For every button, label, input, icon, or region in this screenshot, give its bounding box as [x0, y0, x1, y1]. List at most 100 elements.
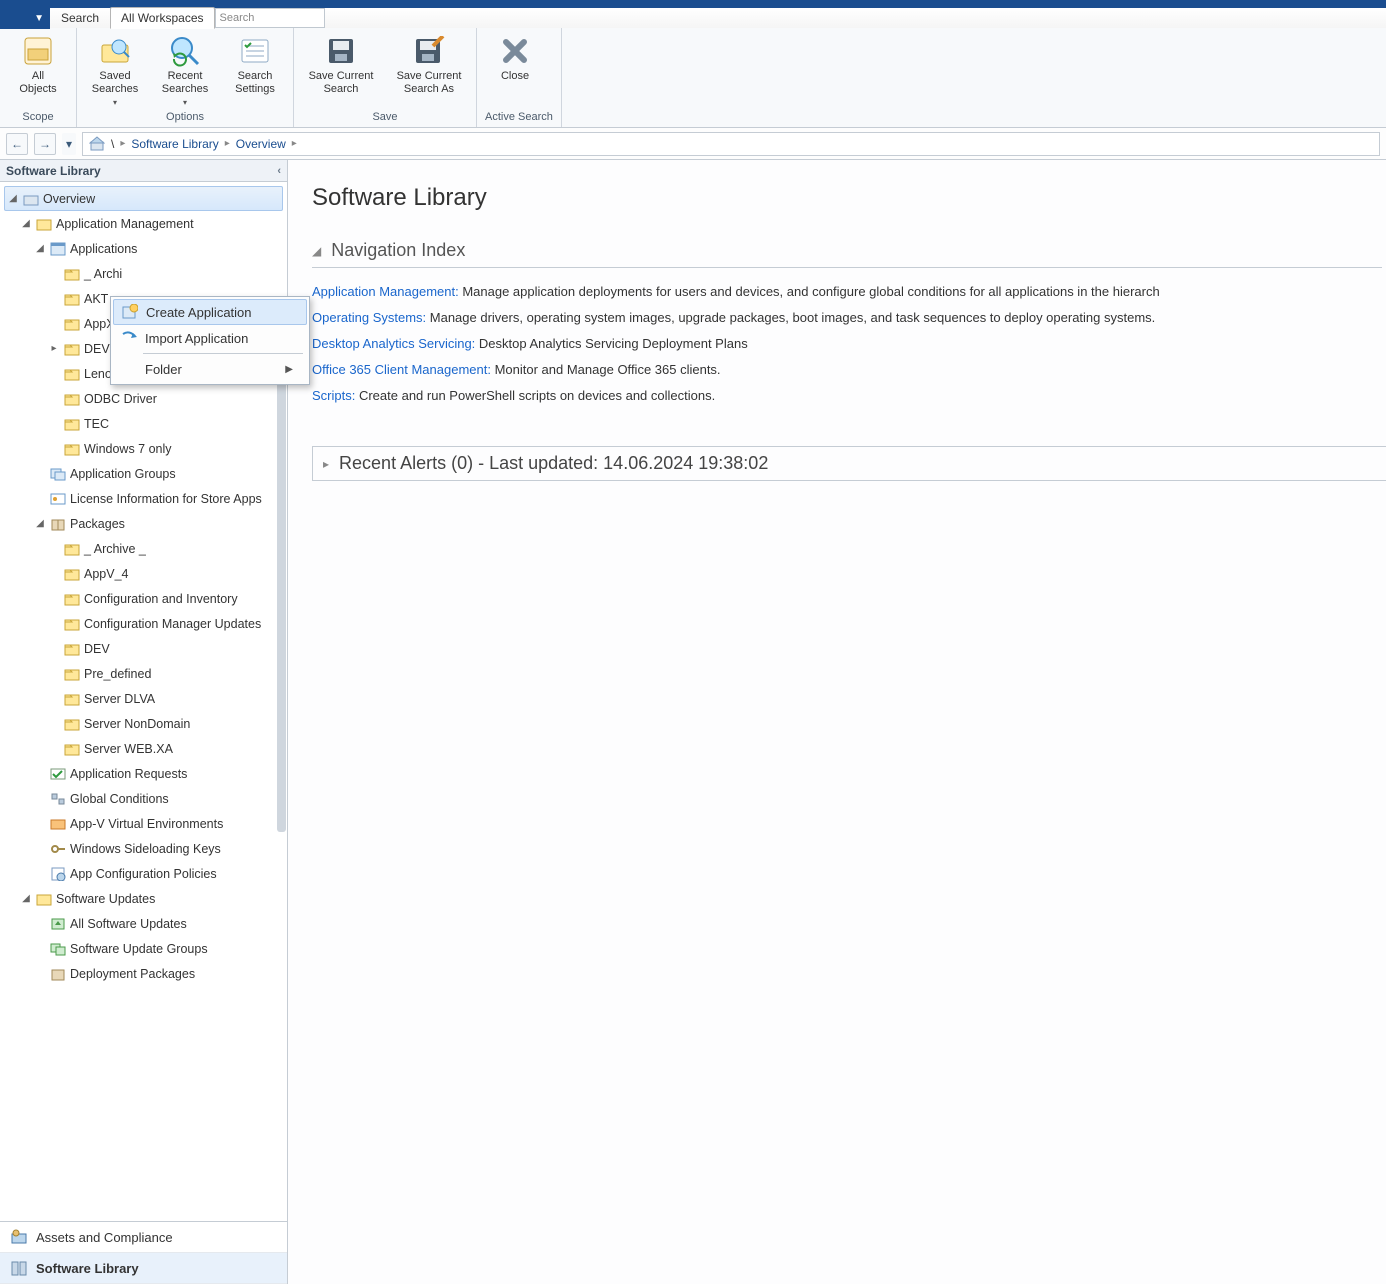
application-groups-icon [50, 466, 66, 482]
expander-icon[interactable]: ◢ [20, 218, 32, 229]
nav-index-link[interactable]: Desktop Analytics Servicing: [312, 336, 475, 351]
nav-history-button[interactable]: ▾ [62, 133, 76, 155]
folder-icon [64, 366, 80, 382]
tree-license-info[interactable]: License Information for Store Apps [0, 486, 287, 511]
nav-forward-button[interactable]: → [34, 133, 56, 155]
nav-index-header[interactable]: ◢ Navigation Index [312, 240, 1382, 268]
expander-icon: ◢ [312, 244, 321, 258]
tree-application-requests[interactable]: Application Requests [0, 761, 287, 786]
tree-label: Applications [70, 242, 137, 256]
nav-index-text: Monitor and Manage Office 365 clients. [491, 362, 721, 377]
tree-software-update-groups[interactable]: Software Update Groups [0, 936, 287, 961]
scrollbar-thumb[interactable] [277, 312, 286, 832]
nav-back-button[interactable]: ← [6, 133, 28, 155]
tree-label: Global Conditions [70, 792, 169, 806]
tree-folder-item[interactable]: Pre_defined [0, 661, 287, 686]
tree-folder-item[interactable]: Configuration Manager Updates [0, 611, 287, 636]
nav-index-link[interactable]: Office 365 Client Management: [312, 362, 491, 377]
recent-searches-button[interactable]: Recent Searches ▾ [155, 32, 215, 109]
tree-folder-item[interactable]: Windows 7 only [0, 436, 287, 461]
ribbon-group-options: Saved Searches ▾ Recent Searches ▾ Searc… [77, 28, 294, 127]
all-objects-button[interactable]: All Objects [8, 32, 68, 96]
nav-index-link[interactable]: Scripts: [312, 388, 355, 403]
tab-all-workspaces[interactable]: All Workspaces [110, 7, 214, 29]
recent-searches-label: Recent Searches [162, 70, 208, 96]
close-x-icon [498, 34, 532, 68]
folder-icon [64, 591, 80, 607]
tree-appv-env[interactable]: App-V Virtual Environments [0, 811, 287, 836]
tree-folder-item[interactable]: TEC [0, 411, 287, 436]
tree-folder-item[interactable]: Server WEB.XA [0, 736, 287, 761]
tree-folder-item[interactable]: ODBC Driver [0, 386, 287, 411]
collapse-pane-button[interactable]: ‹ [277, 165, 281, 177]
tree-all-software-updates[interactable]: All Software Updates [0, 911, 287, 936]
ctx-label: Folder [145, 362, 182, 377]
tree-folder-item[interactable]: AppV_4 [0, 561, 287, 586]
recent-alerts-header[interactable]: ▸ Recent Alerts (0) - Last updated: 14.0… [312, 446, 1386, 481]
folder-icon [64, 266, 80, 282]
bc-software-library[interactable]: Software Library [131, 137, 218, 151]
tree-applications[interactable]: ◢ Applications [0, 236, 287, 261]
tree-application-management[interactable]: ◢ Application Management [0, 211, 287, 236]
submenu-arrow-icon: ▶ [285, 364, 293, 375]
expander-icon[interactable]: ◢ [34, 518, 46, 529]
tree-label: AKT [84, 292, 108, 306]
app-menu-button[interactable]: ▼ [0, 7, 50, 29]
save-current-search-as-button[interactable]: Save Current Search As [390, 32, 468, 96]
nav-index-link[interactable]: Application Management: [312, 284, 459, 299]
content-pane: Software Library ◢ Navigation Index Appl… [288, 160, 1386, 1284]
tree-application-groups[interactable]: Application Groups [0, 461, 287, 486]
nav-index-line: Application Management: Manage applicati… [312, 282, 1386, 302]
tree-label: Windows Sideloading Keys [70, 842, 221, 856]
tab-search[interactable]: Search [50, 7, 110, 29]
tree-folder-item[interactable]: Server DLVA [0, 686, 287, 711]
tree-app-config-policies[interactable]: App Configuration Policies [0, 861, 287, 886]
expander-icon[interactable]: ◢ [34, 243, 46, 254]
nav-index-link[interactable]: Operating Systems: [312, 310, 426, 325]
tree-folder-item[interactable]: _ Archive _ [0, 536, 287, 561]
tree-software-updates[interactable]: ◢ Software Updates [0, 886, 287, 911]
caret-down-icon: ▾ [183, 96, 187, 109]
tree-label: License Information for Store Apps [70, 492, 262, 506]
workspace-software-library[interactable]: Software Library [0, 1253, 287, 1284]
folder-icon [64, 441, 80, 457]
context-menu: Create Application Import Application Fo… [110, 296, 310, 385]
tree-label: _ Archi [84, 267, 122, 281]
folder-icon [64, 341, 80, 357]
tree-label: Packages [70, 517, 125, 531]
bc-overview[interactable]: Overview [236, 137, 286, 151]
save-current-as-label: Save Current Search As [397, 70, 462, 96]
tree-folder-item[interactable]: _ Archi [0, 261, 287, 286]
tree-packages[interactable]: ◢ Packages [0, 511, 287, 536]
ctx-folder[interactable]: Folder ▶ [113, 356, 307, 382]
save-current-search-button[interactable]: Save Current Search [302, 32, 380, 96]
tree-folder-item[interactable]: Server NonDomain [0, 711, 287, 736]
chevron-right-icon: ▸ [292, 138, 297, 149]
search-input-top[interactable]: Search [215, 8, 325, 28]
tree-overview[interactable]: ◢ Overview [4, 186, 283, 211]
saved-searches-label: Saved Searches [92, 70, 138, 96]
ctx-import-application[interactable]: Import Application [113, 325, 307, 351]
tree-label: Application Requests [70, 767, 187, 781]
ctx-create-application[interactable]: Create Application [113, 299, 307, 325]
expander-icon[interactable]: ◢ [7, 193, 19, 204]
breadcrumb[interactable]: \ ▸ Software Library ▸ Overview ▸ [82, 132, 1380, 156]
workspace-assets[interactable]: Assets and Compliance [0, 1222, 287, 1253]
ribbon-group-active-search: Close Active Search [477, 28, 562, 127]
saved-searches-button[interactable]: Saved Searches ▾ [85, 32, 145, 109]
nav-index-text: Manage drivers, operating system images,… [426, 310, 1155, 325]
tree-label: AppV_4 [84, 567, 128, 581]
tree-global-conditions[interactable]: Global Conditions [0, 786, 287, 811]
expander-icon[interactable]: ▸ [48, 343, 60, 354]
folder-icon [64, 616, 80, 632]
tree-label: Server NonDomain [84, 717, 190, 731]
tree-label: Configuration and Inventory [84, 592, 238, 606]
tree-folder-item[interactable]: Configuration and Inventory [0, 586, 287, 611]
menu-separator [143, 353, 303, 354]
tree-sideloading-keys[interactable]: Windows Sideloading Keys [0, 836, 287, 861]
tree-folder-item[interactable]: DEV [0, 636, 287, 661]
close-button[interactable]: Close [485, 32, 545, 83]
expander-icon[interactable]: ◢ [20, 893, 32, 904]
tree-deployment-packages[interactable]: Deployment Packages [0, 961, 287, 986]
search-settings-button[interactable]: Search Settings [225, 32, 285, 96]
